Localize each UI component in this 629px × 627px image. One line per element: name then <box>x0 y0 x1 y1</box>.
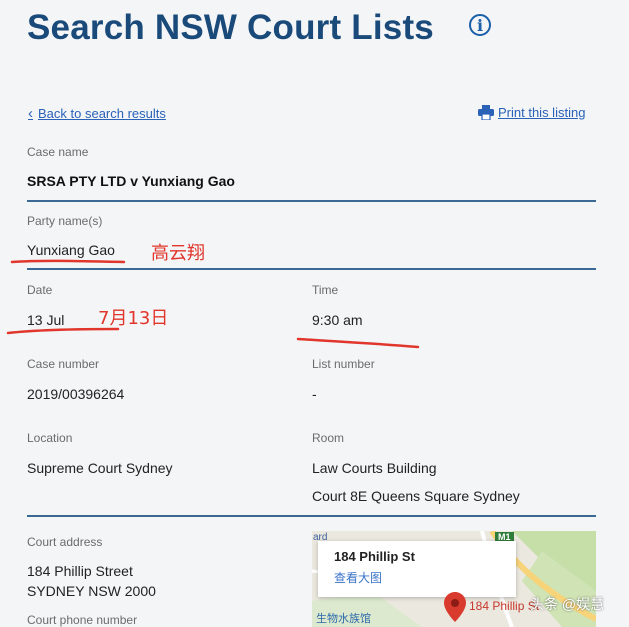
view-larger-map-link[interactable]: 查看大图 <box>334 569 382 586</box>
case-number-label: Case number <box>27 357 100 371</box>
time-label: Time <box>312 283 339 297</box>
room-label: Room <box>312 431 345 445</box>
chevron-left-icon: ‹ <box>28 105 33 122</box>
court-address-line1: 184 Phillip Street <box>27 563 133 579</box>
divider <box>27 200 596 202</box>
watermark: 头条 @娱慧 <box>530 596 605 612</box>
list-number-label: List number <box>312 357 375 371</box>
party-name-value: Yunxiang Gao <box>27 242 115 258</box>
time-value: 9:30 am <box>312 312 363 328</box>
back-link-label: Back to search results <box>38 106 166 121</box>
party-name-label: Party name(s) <box>27 214 103 228</box>
court-listing-page: Search NSW Court Lists i ‹ Back to searc… <box>0 0 629 627</box>
map-pin-label: 184 Phillip St <box>469 599 540 613</box>
court-phone-label: Court phone number <box>27 613 138 627</box>
location-label: Location <box>27 431 73 445</box>
divider <box>27 515 596 517</box>
list-number-value: - <box>312 386 317 402</box>
page-title: Search NSW Court Lists <box>27 8 434 47</box>
map-poi-label: 生物水族馆 <box>316 613 371 625</box>
back-to-search-results-link[interactable]: ‹ Back to search results <box>28 105 166 122</box>
divider <box>27 268 596 270</box>
time-underline <box>296 337 420 349</box>
map-info-popup: 184 Phillip St 查看大图 <box>318 541 516 597</box>
case-name-label: Case name <box>27 145 89 159</box>
print-link-label: Print this listing <box>498 105 586 120</box>
date-label: Date <box>27 283 53 297</box>
court-address-line2: SYDNEY NSW 2000 <box>27 583 156 599</box>
room-value-line2: Court 8E Queens Square Sydney <box>312 488 520 504</box>
printer-icon <box>478 105 494 120</box>
map-popup-title: 184 Phillip St <box>334 549 415 564</box>
room-value-line1: Law Courts Building <box>312 460 437 476</box>
map-pin-icon[interactable] <box>444 592 466 622</box>
party-name-annotation: 高云翔 <box>151 243 205 264</box>
case-number-value: 2019/00396264 <box>27 386 125 402</box>
location-value: Supreme Court Sydney <box>27 460 173 476</box>
party-underline <box>10 259 126 264</box>
case-name-value: SRSA PTY LTD v Yunxiang Gao <box>27 173 235 189</box>
date-annotation: 7月13日 <box>98 308 169 329</box>
date-value: 13 Jul <box>27 312 65 328</box>
print-listing-link[interactable]: Print this listing <box>478 105 585 120</box>
info-icon[interactable]: i <box>469 14 491 36</box>
court-address-label: Court address <box>27 535 103 549</box>
